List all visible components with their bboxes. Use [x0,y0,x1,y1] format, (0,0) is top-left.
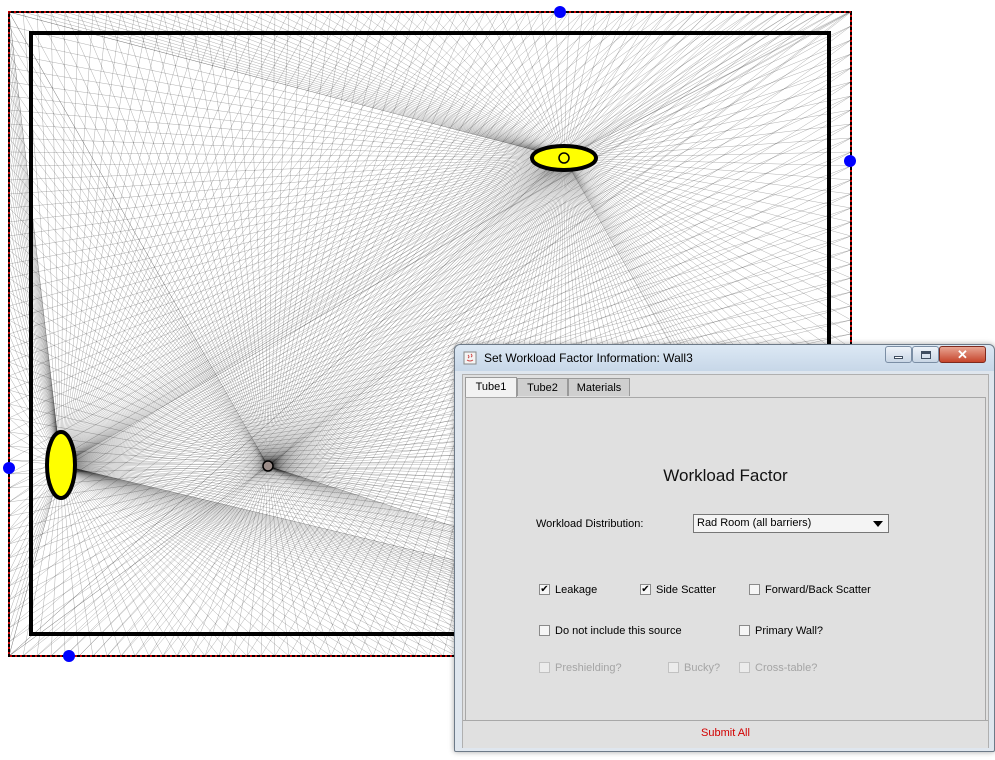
close-icon: ✕ [957,347,968,362]
checkbox-box [739,662,750,673]
window-title: Set Workload Factor Information: Wall3 [484,351,693,365]
minimize-button[interactable] [885,346,912,363]
checkbox-box[interactable] [749,584,760,595]
workload-distribution-value: Rad Room (all barriers) [697,517,812,529]
checkbox-box[interactable]: ✔ [539,584,550,595]
side-scatter-checkbox[interactable]: ✔ Side Scatter [640,584,716,598]
bucky-checkbox: Bucky? [668,662,720,676]
tab-panel-tube1: Workload Factor Workload Distribution: R… [465,397,986,720]
chevron-down-icon [873,521,883,527]
forward-back-scatter-checkbox[interactable]: Forward/Back Scatter [749,584,871,598]
workload-distribution-label: Workload Distribution: [536,518,644,530]
tab-materials[interactable]: Materials [568,378,630,396]
tube-source-top[interactable] [530,144,598,172]
submit-bar: Submit All [463,720,988,748]
tab-tube2[interactable]: Tube2 [517,378,568,396]
maximize-button[interactable] [912,346,939,363]
checkbox-label: Do not include this source [555,625,682,637]
tab-tube1[interactable]: Tube1 [465,377,517,397]
checkbox-label: Cross-table? [755,662,818,674]
resize-handle[interactable] [554,6,566,18]
panel-heading: Workload Factor [663,466,788,485]
checkbox-label: Forward/Back Scatter [765,584,871,596]
resize-handle[interactable] [3,462,15,474]
close-button[interactable]: ✕ [939,346,986,363]
tube-source-left[interactable] [45,430,77,500]
checkbox-box [668,662,679,673]
checkbox-box[interactable] [739,625,750,636]
submit-all-button[interactable]: Submit All [463,721,988,748]
checkbox-box[interactable]: ✔ [640,584,651,595]
leakage-checkbox[interactable]: ✔ Leakage [539,584,597,598]
cross-table-checkbox: Cross-table? [739,662,817,676]
focal-point[interactable] [262,460,274,472]
maximize-icon [921,351,931,359]
checkbox-label: Primary Wall? [755,625,824,637]
resize-handle[interactable] [844,155,856,167]
checkbox-label: Leakage [555,584,598,596]
preshielding-checkbox: Preshielding? [539,662,622,676]
do-not-include-checkbox[interactable]: Do not include this source [539,625,682,639]
java-icon [463,351,477,365]
primary-wall-checkbox[interactable]: Primary Wall? [739,625,823,639]
dialog-content: Tube1 Tube2 Materials Workload Factor Wo… [462,374,989,748]
checkbox-box[interactable] [539,625,550,636]
title-bar[interactable]: Set Workload Factor Information: Wall3 ✕ [455,345,994,371]
checkbox-label: Side Scatter [656,584,716,596]
workload-distribution-select[interactable]: Rad Room (all barriers) [693,514,889,533]
workload-factor-dialog: Set Workload Factor Information: Wall3 ✕… [454,344,995,752]
minimize-icon [894,356,903,359]
checkbox-label: Preshielding? [555,662,622,674]
checkbox-box [539,662,550,673]
resize-handle[interactable] [63,650,75,662]
checkbox-label: Bucky? [684,662,721,674]
